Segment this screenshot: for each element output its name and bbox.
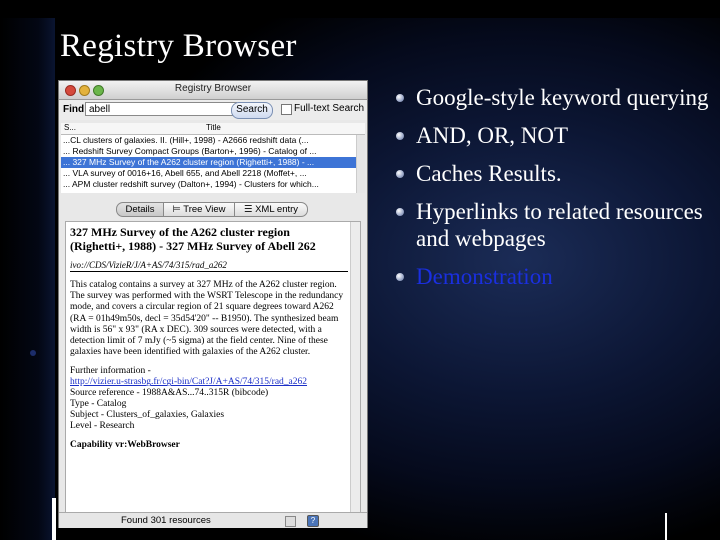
resource-type: Type - Catalog: [70, 399, 127, 410]
left-decor-strip: [0, 0, 55, 540]
window-title: Registry Browser: [174, 83, 252, 94]
list-item[interactable]: ... APM cluster redshift survey (Dalton+…: [61, 179, 365, 190]
search-button[interactable]: Search: [231, 102, 273, 119]
bullet-icon: [396, 208, 404, 216]
resource-description: This catalog contains a survey at 327 MH…: [70, 280, 344, 358]
status-text: Found 301 resources: [121, 515, 211, 526]
resource-metadata: Further information - http://vizier.u-st…: [70, 366, 348, 432]
list-item[interactable]: ...CL clusters of galaxies. II. (Hill+, …: [61, 135, 365, 146]
column-header-title[interactable]: Title: [206, 123, 221, 132]
bullet-item: AND, OR, NOT: [396, 122, 716, 149]
source-reference: Source reference - 1988A&AS...74..315R (…: [70, 388, 269, 399]
detail-scrollbar[interactable]: [350, 222, 360, 512]
decor-line-right: [665, 513, 667, 540]
bullet-icon: [396, 94, 404, 102]
results-list: ...CL clusters of galaxies. II. (Hill+, …: [61, 135, 365, 193]
bullet-icon: [396, 273, 404, 281]
bullet-icon: [396, 132, 404, 140]
window-titlebar[interactable]: Registry Browser: [59, 81, 367, 100]
resource-capability: Capability vr:WebBrowser: [70, 440, 180, 451]
bullet-item: Google-style keyword querying: [396, 84, 716, 111]
resource-subject: Subject - Clusters_of_galaxies, Galaxies: [70, 410, 225, 421]
tab-xml-entry[interactable]: ☰ XML entry: [234, 202, 308, 217]
decor-dot: [30, 350, 36, 356]
decor-line-left: [52, 498, 56, 540]
help-icon[interactable]: ?: [307, 515, 319, 527]
bullet-list: Google-style keyword querying AND, OR, N…: [396, 84, 716, 301]
bullet-item: Caches Results.: [396, 160, 716, 187]
resource-level: Level - Research: [70, 421, 135, 432]
bullet-icon: [396, 170, 404, 178]
top-band: [0, 0, 720, 18]
results-list-header: S... Title: [61, 123, 365, 135]
find-bar: Find: Search Full-text Search: [59, 100, 367, 120]
list-item-selected[interactable]: ... 327 MHz Survey of the A262 cluster r…: [61, 157, 365, 168]
status-bar: Found 301 resources ?: [59, 512, 367, 528]
resource-identifier: ivo://CDS/VizieR/J/A+AS/74/315/rad_a262: [70, 260, 348, 272]
search-input[interactable]: [85, 102, 237, 116]
further-info-link[interactable]: http://vizier.u-strasbg.fr/cgi-bin/Cat?J…: [70, 377, 348, 388]
list-item[interactable]: ... VLA survey of 0016+16, Abell 655, an…: [61, 168, 365, 179]
tab-xml-label: XML entry: [255, 204, 299, 215]
tab-tree-view[interactable]: ⊨ Tree View: [163, 202, 235, 217]
list-scrollbar[interactable]: [356, 135, 365, 193]
fulltext-checkbox[interactable]: [281, 104, 292, 115]
list-item[interactable]: ... Redshift Survey Compact Groups (Bart…: [61, 146, 365, 157]
stop-icon[interactable]: [285, 516, 296, 527]
registry-browser-window: Registry Browser Find: Search Full-text …: [58, 80, 368, 528]
demonstration-link[interactable]: Demonstration: [396, 263, 716, 290]
tree-icon: ⊨: [172, 204, 184, 215]
bullet-item: Hyperlinks to related resources and webp…: [396, 198, 716, 252]
column-header-s[interactable]: S...: [64, 123, 76, 132]
fulltext-label: Full-text Search: [294, 103, 365, 114]
detail-pane: 327 MHz Survey of the A262 cluster regio…: [65, 221, 361, 513]
tab-details[interactable]: Details: [116, 202, 164, 217]
slide-title: Registry Browser: [60, 28, 297, 64]
xml-icon: ☰: [243, 204, 256, 215]
find-label: Find:: [63, 104, 88, 115]
resource-title: 327 MHz Survey of the A262 cluster regio…: [70, 225, 316, 253]
further-info-label: Further information -: [70, 366, 151, 377]
tab-tree-label: Tree View: [183, 204, 226, 215]
